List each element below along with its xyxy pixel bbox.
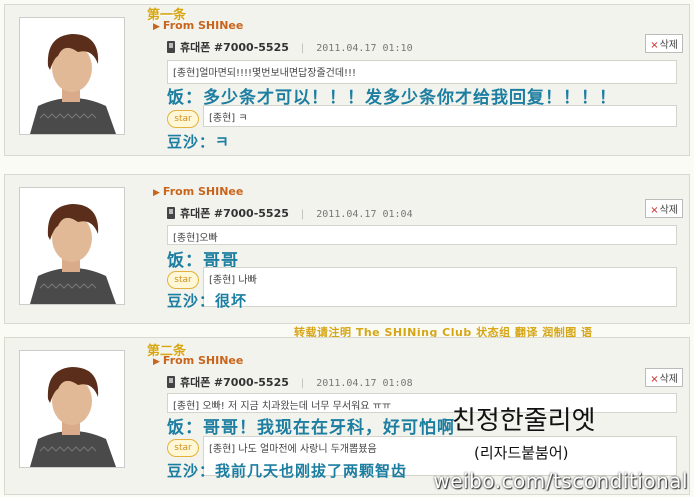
delete-button[interactable]: ×삭제 <box>645 34 683 53</box>
star-button[interactable]: star <box>167 110 199 128</box>
sender-row: 휴대폰 #7000-5525 | 2011.04.17 01:10 <box>167 39 413 55</box>
watermark: weibo.com/tsconditional <box>433 469 688 493</box>
korean-handwritten-note: 친정한줄리엣 <box>452 406 596 436</box>
reply-translation: 豆沙：很坏 <box>167 292 248 310</box>
sender-name: 휴대폰 <box>180 207 211 220</box>
avatar <box>19 350 125 468</box>
timestamp: 2011.04.17 01:04 <box>316 209 413 220</box>
message-box: [종현]얼마면되!!!!몇번보내면답장줄건데!!! <box>167 60 677 84</box>
close-icon: × <box>650 374 659 385</box>
star-button[interactable]: star <box>167 271 199 289</box>
close-icon: × <box>650 205 659 216</box>
reply-box: [종현] 나빠 <box>203 267 677 307</box>
phone-icon <box>167 41 175 53</box>
sender-name: 휴대폰 <box>180 41 211 54</box>
sender-number: #7000-5525 <box>213 207 289 220</box>
sender-number: #7000-5525 <box>213 41 289 54</box>
reply-translation: 豆沙：ㅋ <box>167 133 230 151</box>
delete-button[interactable]: ×삭제 <box>645 368 683 387</box>
message-box: [종현]오빠 <box>167 225 677 245</box>
delete-button[interactable]: ×삭제 <box>645 199 683 218</box>
phone-icon <box>167 207 175 219</box>
arrow-icon: ▶ <box>153 188 160 198</box>
translation-text: 饭：哥哥！我现在在牙科，好可怕啊 <box>167 418 455 438</box>
message-box: [종현] 오빠! 저 지금 치과왔는데 너무 무서워요 ㅠㅠ <box>167 393 677 413</box>
reply-translation: 豆沙：我前几天也刚拔了两颗智齿 <box>167 462 408 480</box>
sender-name: 휴대폰 <box>180 376 211 389</box>
star-button[interactable]: star <box>167 439 199 457</box>
message-card-2: ▶ From SHINee 휴대폰 #7000-5525 | 2011.04.17 0… <box>4 174 690 324</box>
phone-icon <box>167 376 175 388</box>
from-label: ▶ From SHINee <box>153 185 244 198</box>
sender-row: 휴대폰 #7000-5525 | 2011.04.17 01:04 <box>167 205 413 221</box>
arrow-icon: ▶ <box>153 357 160 367</box>
reply-box: [종현] ㅋ <box>203 105 677 127</box>
arrow-icon: ▶ <box>153 22 160 32</box>
from-label: ▶ From SHINee <box>153 19 244 32</box>
from-label: ▶ From SHINee <box>153 354 244 367</box>
message-card-1: 第一条 ▶ From SHINee 휴대폰 #7000-5525 | 2011.04.… <box>4 4 690 156</box>
sender-row: 휴대폰 #7000-5525 | 2011.04.17 01:08 <box>167 374 413 390</box>
sender-number: #7000-5525 <box>213 376 289 389</box>
close-icon: × <box>650 40 659 51</box>
korean-handwritten-subnote: (리자드붙붐어) <box>474 444 569 462</box>
timestamp: 2011.04.17 01:08 <box>316 378 413 389</box>
avatar <box>19 17 125 135</box>
avatar <box>19 187 125 305</box>
timestamp: 2011.04.17 01:10 <box>316 43 413 54</box>
